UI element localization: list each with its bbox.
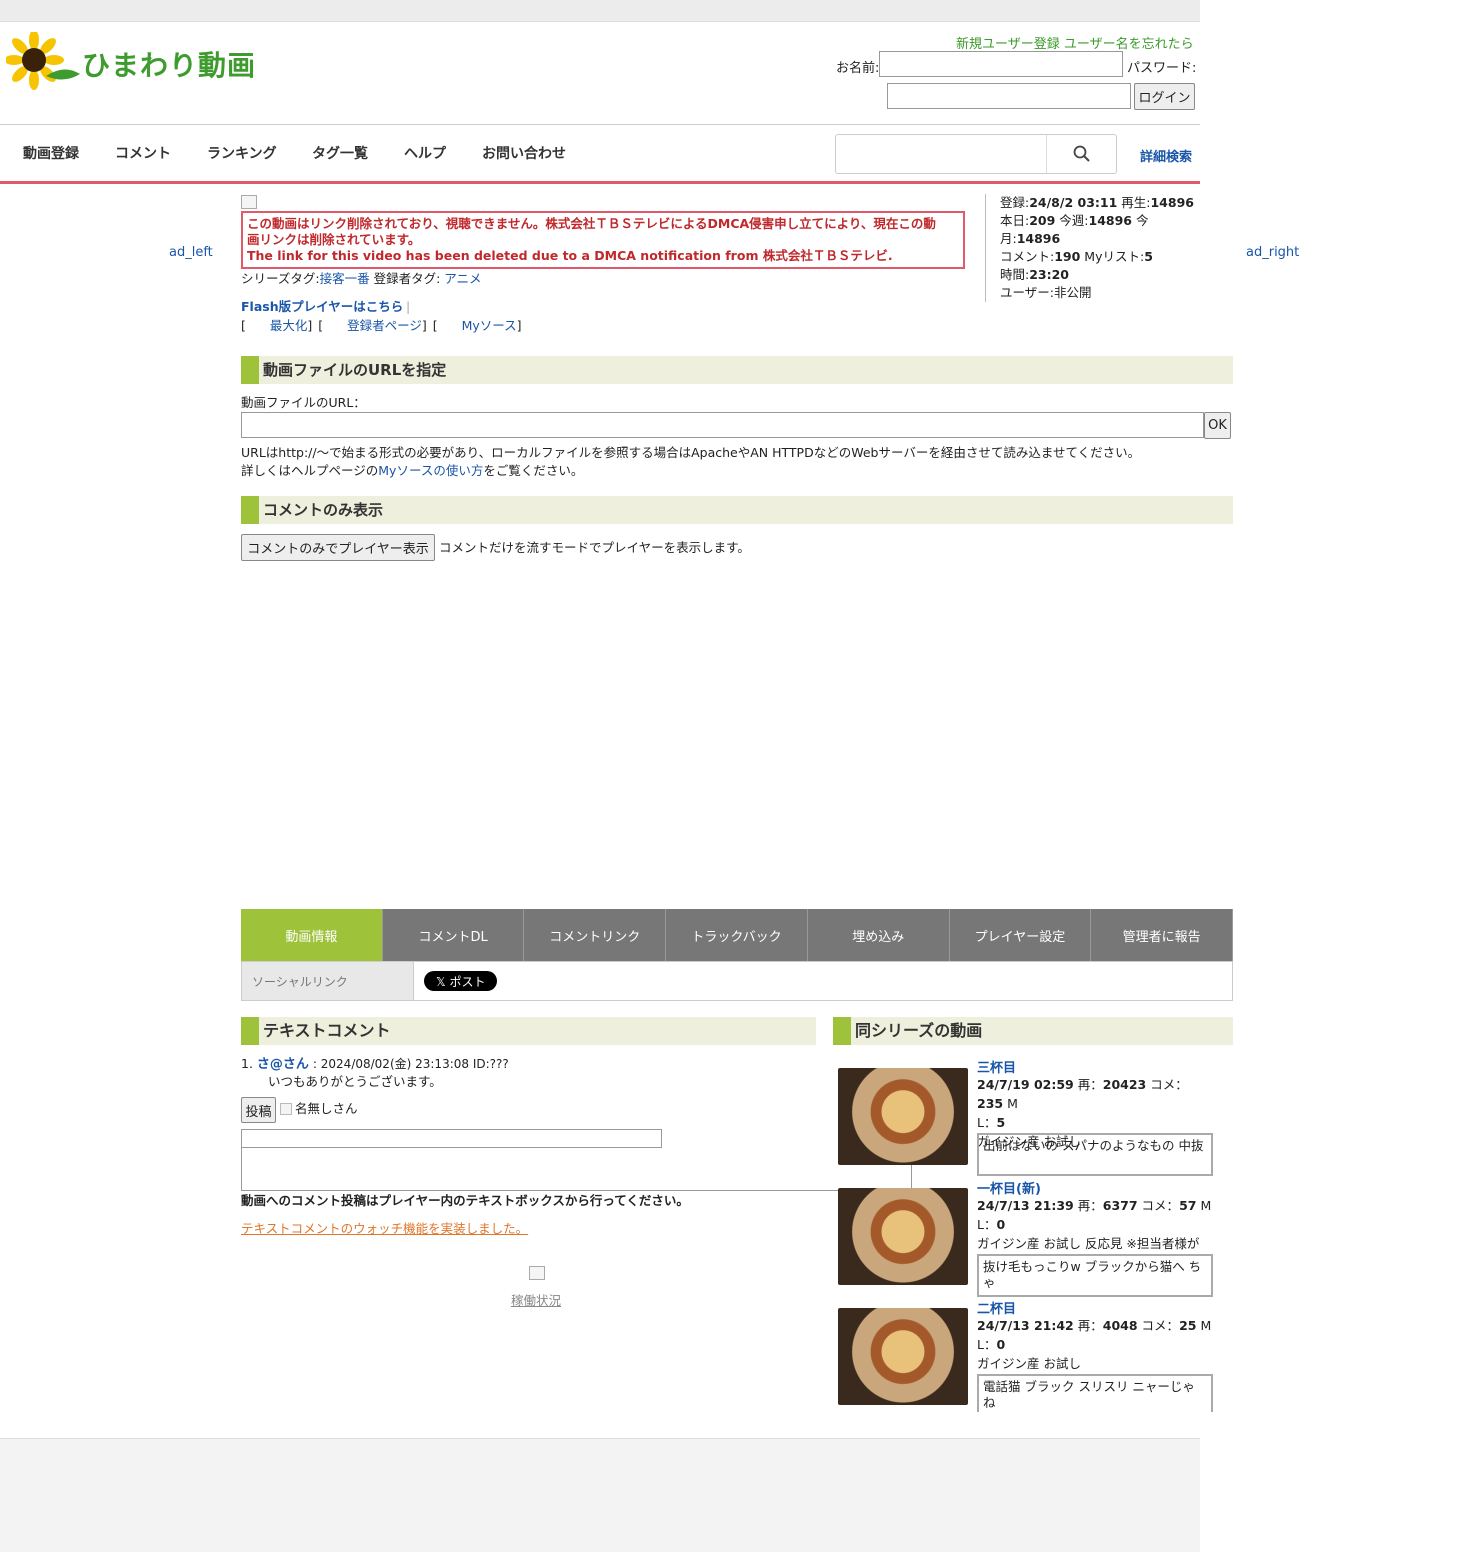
dmca-line-2: 画リンクは削除されています。 bbox=[247, 232, 421, 247]
tags-row: シリーズタグ:接客一番 登録者タグ: アニメ bbox=[241, 270, 482, 288]
flash-player-link[interactable]: Flash版プレイヤーはこちら bbox=[241, 298, 403, 316]
maximize-link[interactable]: 最大化 bbox=[270, 318, 308, 333]
nav-item-contact[interactable]: お問い合わせ bbox=[482, 143, 566, 163]
play-count: 14896 bbox=[1150, 195, 1194, 210]
nav-item-ranking[interactable]: ランキング bbox=[207, 143, 277, 163]
username-input[interactable] bbox=[879, 51, 1123, 77]
comment-notice: 動画へのコメント投稿はプレイヤー内のテキストボックスから行ってください。 bbox=[241, 1193, 689, 1208]
logo-text: ひまわり動画 bbox=[82, 49, 257, 82]
series-video-meta-3: 24/7/13 21:42 再：4048 コメ：25 M L：0 ガイジン産 お… bbox=[977, 1318, 1212, 1371]
comment-textarea[interactable] bbox=[241, 1129, 912, 1191]
watch-feature-link[interactable]: テキストコメントのウォッチ機能を実装しました。 bbox=[241, 1220, 528, 1238]
advanced-search-link[interactable]: 詳細検索 bbox=[1140, 146, 1192, 165]
video-url-input[interactable] bbox=[241, 412, 1204, 438]
my-source-link[interactable]: Myソース bbox=[462, 318, 517, 333]
series-tag-label: シリーズタグ: bbox=[241, 271, 320, 286]
login-button[interactable]: ログイン bbox=[1134, 83, 1195, 110]
search-icon bbox=[1073, 145, 1090, 162]
ad-left[interactable]: ad_left bbox=[169, 245, 213, 260]
tab-video-info[interactable]: 動画情報 bbox=[241, 909, 383, 961]
tab-player-settings[interactable]: プレイヤー設定 bbox=[949, 909, 1092, 961]
player-links: [ 最大化] [ 登録者ページ] [ Myソース] bbox=[241, 318, 522, 333]
dmca-line-1: この動画はリンク削除されており、視聴できません。株式会社ＴＢＳテレビによるDMC… bbox=[247, 216, 936, 231]
ad-right[interactable]: ad_right bbox=[1246, 245, 1299, 260]
nav-item-comment[interactable]: コメント bbox=[115, 143, 171, 163]
uploader: 非公開 bbox=[1053, 285, 1092, 300]
url-note-1: URLはhttp://～で始まる形式の必要があり、ローカルファイルを参照する場合… bbox=[241, 445, 1141, 460]
tab-trackback[interactable]: トラックバック bbox=[666, 909, 808, 961]
tab-embed[interactable]: 埋め込み bbox=[807, 909, 950, 961]
comment-body: いつもありがとうございます。 bbox=[268, 1074, 442, 1089]
password-label: パスワード: bbox=[1127, 61, 1197, 76]
series-tag-link[interactable]: 接客一番 bbox=[320, 271, 370, 286]
comment-item: 1. さ@さん : 2024/08/02(金) 23:13:08 ID:??? bbox=[241, 1056, 509, 1072]
url-ok-button[interactable]: OK bbox=[1204, 412, 1231, 439]
anonymous-label: 名無しさん bbox=[295, 1101, 358, 1116]
anonymous-checkbox[interactable] bbox=[280, 1103, 292, 1115]
nav-item-help[interactable]: ヘルプ bbox=[404, 143, 446, 163]
comment-only-desc: コメントだけを流すモードでプレイヤーを表示します。 bbox=[439, 540, 750, 555]
series-comment-preview-3: 電話猫 ブラック スリスリ ニャーじゃね bbox=[977, 1374, 1213, 1412]
series-thumbnail-2[interactable] bbox=[838, 1188, 968, 1285]
footer-area bbox=[0, 1438, 1200, 1552]
forgot-username-link[interactable]: ユーザー名を忘れたら bbox=[1064, 37, 1194, 52]
series-video-title-3[interactable]: 二杯目 bbox=[977, 1298, 1016, 1317]
comment-meta: : 2024/08/02(金) 23:13:08 ID:??? bbox=[312, 1057, 509, 1071]
url-note-2: 詳しくはヘルプページのMyソースの使い方をご覧ください。 bbox=[241, 463, 584, 478]
week-count: 14896 bbox=[1088, 213, 1133, 228]
series-thumbnail-3[interactable] bbox=[838, 1308, 968, 1405]
video-tabs: 動画情報 コメントDL コメントリンク トラックバック 埋め込み プレイヤー設定… bbox=[241, 909, 1234, 961]
post-comment-button[interactable]: 投稿 bbox=[241, 1097, 276, 1123]
series-video-title-2[interactable]: 一杯目(新) bbox=[977, 1178, 1041, 1197]
series-video-meta-2: 24/7/13 21:39 再：6377 コメ：57 M L：0 ガイジン産 お… bbox=[977, 1198, 1212, 1251]
nav-underline bbox=[0, 181, 1200, 184]
series-videos-title: 同シリーズの動画 bbox=[833, 1017, 1233, 1045]
x-post-button[interactable]: 𝕏 ポスト bbox=[424, 971, 498, 991]
search-button[interactable] bbox=[1046, 135, 1116, 173]
dmca-notice: この動画はリンク削除されており、視聴できません。株式会社ＴＢＳテレビによるDMC… bbox=[241, 211, 965, 269]
mylist-count: 5 bbox=[1144, 249, 1153, 264]
month-count: 14896 bbox=[1016, 231, 1061, 246]
password-input[interactable] bbox=[887, 83, 1131, 109]
comment-only-player-button[interactable]: コメントのみでプレイヤー表示 bbox=[241, 534, 435, 561]
broken-image-icon bbox=[241, 195, 257, 209]
comment-count: 190 bbox=[1054, 249, 1081, 264]
tab-report[interactable]: 管理者に報告 bbox=[1091, 909, 1234, 961]
social-links-row: ソーシャルリンク 𝕏 ポスト bbox=[241, 961, 1233, 1001]
registered-date: 24/8/2 03:11 bbox=[1029, 195, 1118, 210]
link-separator: | bbox=[406, 299, 411, 314]
nav-item-upload[interactable]: 動画登録 bbox=[23, 143, 79, 163]
top-bar bbox=[0, 0, 1200, 22]
my-source-help-link[interactable]: Myソースの使い方 bbox=[378, 463, 483, 478]
owner-tag-label: 登録者タグ: bbox=[373, 271, 441, 286]
owner-page-link[interactable]: 登録者ページ bbox=[347, 318, 422, 333]
series-comment-preview-1: 出前はないの スパナのようなもの 中抜 bbox=[977, 1133, 1213, 1176]
comment-author[interactable]: さ@さん bbox=[257, 1057, 309, 1072]
today-count: 209 bbox=[1029, 213, 1056, 228]
series-thumbnail-1[interactable] bbox=[838, 1068, 968, 1165]
account-links: 新規ユーザー登録 ユーザー名を忘れたら bbox=[956, 33, 1194, 52]
dmca-line-3: The link for this video has been deleted… bbox=[247, 248, 893, 263]
search-input[interactable] bbox=[836, 135, 1046, 173]
series-comment-preview-2: 抜け毛もっこりw ブラックから猫へ ちゃ bbox=[977, 1254, 1213, 1297]
duration: 23:20 bbox=[1029, 267, 1070, 282]
comment-only-title: コメントのみ表示 bbox=[241, 496, 1233, 524]
text-comments-title: テキストコメント bbox=[241, 1017, 816, 1045]
url-field-label: 動画ファイルのURL： bbox=[241, 395, 366, 410]
video-info-panel: 登録:24/8/2 03:11 再生:14896 本日:209 今週:14896… bbox=[985, 194, 1195, 302]
search-box bbox=[835, 134, 1117, 174]
site-logo[interactable]: ひまわり動画 bbox=[6, 32, 266, 92]
status-image-icon bbox=[529, 1266, 545, 1280]
owner-tag-link[interactable]: アニメ bbox=[444, 271, 481, 286]
tab-comment-dl[interactable]: コメントDL bbox=[382, 909, 525, 961]
sunflower-icon bbox=[6, 32, 80, 90]
name-label: お名前: bbox=[836, 61, 880, 76]
tab-comment-link[interactable]: コメントリンク bbox=[524, 909, 667, 961]
service-status-link[interactable]: 稼働状況 bbox=[511, 1292, 561, 1310]
series-video-title-1[interactable]: 三杯目 bbox=[977, 1057, 1016, 1076]
nav-item-tags[interactable]: タグ一覧 bbox=[312, 143, 368, 163]
social-links-label: ソーシャルリンク bbox=[242, 962, 414, 1000]
url-section-title: 動画ファイルのURLを指定 bbox=[241, 356, 1233, 384]
register-link[interactable]: 新規ユーザー登録 bbox=[956, 37, 1060, 52]
